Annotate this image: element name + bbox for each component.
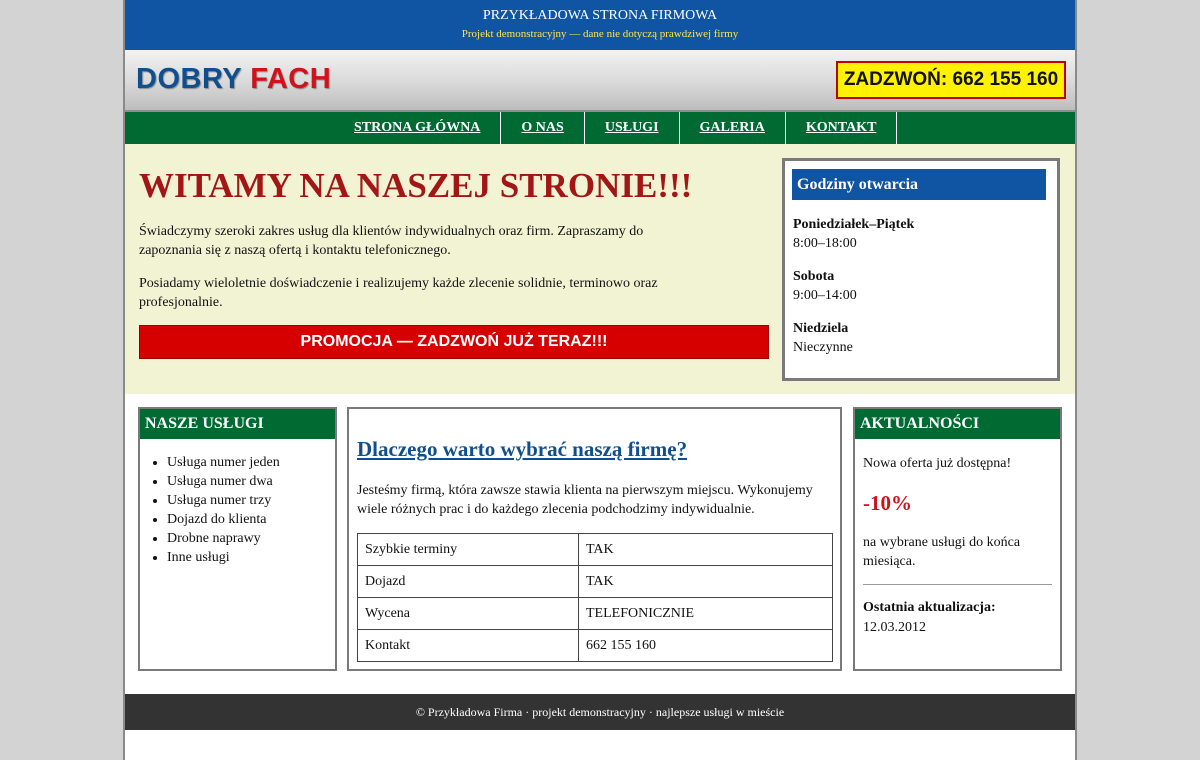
nav-link-about[interactable]: O NAS: [521, 120, 563, 136]
nav-link-contact[interactable]: KONTAKT: [806, 120, 877, 136]
why-us-description: Jesteśmy firmą, która zawsze stawia klie…: [357, 483, 813, 517]
site-banner-title: PRZYKŁADOWA STRONA FIRMOWA: [482, 8, 718, 23]
hours-day: Sobota: [793, 269, 835, 284]
table-cell-label: Wycena: [357, 597, 579, 630]
hero-paragraph-2: Posiadamy wieloletnie doświadczenie i re…: [139, 276, 658, 310]
discount-description: na wybrane usługi do końca miesiąca.: [863, 535, 1021, 569]
last-update-label: Ostatnia aktualizacja:: [863, 600, 996, 615]
main-navigation: STRONA GŁÓWNA O NAS USŁUGI GALERIA KONTA…: [125, 112, 1075, 144]
nav-link-home[interactable]: STRONA GŁÓWNA: [354, 120, 480, 136]
table-row: Szybkie terminy TAK: [357, 533, 833, 566]
opening-hours-title: Godziny otwarcia: [792, 169, 1046, 200]
features-table: Szybkie terminy TAK Dojazd TAK Wycena TE…: [357, 533, 833, 662]
services-list-item: Dojazd do klienta: [167, 510, 335, 529]
why-us-link[interactable]: Dlaczego warto wybrać naszą firmę?: [357, 437, 687, 462]
services-title: NASZE USŁUGI: [140, 409, 335, 439]
opening-hours-box: Godziny otwarcia Poniedziałek–Piątek 8:0…: [782, 158, 1060, 381]
table-row: Wycena TELEFONICZNIE: [357, 597, 833, 630]
nav-item-about: O NAS: [501, 112, 585, 144]
discount-value: -10%: [863, 491, 912, 515]
hours-time: Nieczynne: [793, 340, 853, 355]
services-list-item: Drobne naprawy: [167, 529, 335, 548]
nav-item-gallery: GALERIA: [680, 112, 786, 144]
services-list: Usługa numer jeden Usługa numer dwa Usłu…: [140, 453, 335, 567]
services-list-item: Inne usługi: [167, 548, 335, 567]
table-row: Kontakt 662 155 160: [357, 629, 833, 662]
table-cell-value: TELEFONICZNIE: [578, 597, 833, 630]
hours-day: Poniedziałek–Piątek: [793, 217, 915, 232]
top-banner: PRZYKŁADOWA STRONA FIRMOWA Projekt demon…: [125, 0, 1075, 50]
promo-banner[interactable]: PROMOCJA — ZADZWOŃ JUŻ TERAZ!!!: [139, 325, 769, 359]
site-footer: © Przykładowa Firma · projekt demonstrac…: [125, 694, 1075, 730]
last-update-date: 12.03.2012: [863, 620, 926, 635]
services-box: NASZE USŁUGI Usługa numer jeden Usługa n…: [138, 407, 337, 671]
hero-section: WITAMY NA NASZEJ STRONIE!!! Świadczymy s…: [125, 144, 1075, 394]
nav-link-gallery[interactable]: GALERIA: [700, 120, 765, 136]
site-logo[interactable]: DOBRY FACH: [136, 63, 331, 96]
hours-time: 9:00–14:00: [793, 288, 857, 303]
services-list-item: Usługa numer jeden: [167, 453, 335, 472]
table-cell-label: Kontakt: [357, 629, 579, 662]
news-title: AKTUALNOŚCI: [855, 409, 1060, 439]
news-headline: Nowa oferta już dostępna!: [863, 456, 1012, 471]
call-us-box: ZADZWOŃ: 662 155 160: [836, 61, 1066, 99]
table-cell-value: TAK: [578, 533, 833, 566]
services-list-item: Usługa numer trzy: [167, 491, 335, 510]
table-cell-value: TAK: [578, 565, 833, 598]
nav-link-services[interactable]: USŁUGI: [605, 120, 659, 136]
site-header: DOBRY FACH ZADZWOŃ: 662 155 160: [125, 50, 1075, 112]
hero-paragraph-1: Świadczymy szeroki zakres usług dla klie…: [139, 224, 644, 258]
footer-text: © Przykładowa Firma · projekt demonstrac…: [415, 704, 785, 719]
why-us-box: Dlaczego warto wybrać naszą firmę? Jeste…: [347, 407, 842, 671]
logo-word-dobry: DOBRY: [136, 63, 242, 95]
hero-title: WITAMY NA NASZEJ STRONIE!!!: [139, 166, 693, 205]
services-list-item: Usługa numer dwa: [167, 472, 335, 491]
news-box: AKTUALNOŚCI Nowa oferta już dostępna! -1…: [853, 407, 1062, 671]
nav-item-contact: KONTAKT: [786, 112, 898, 144]
nav-item-services: USŁUGI: [585, 112, 680, 144]
news-divider: [863, 584, 1052, 585]
table-cell-value: 662 155 160: [578, 629, 833, 662]
nav-item-home: STRONA GŁÓWNA: [334, 112, 502, 144]
hours-time: 8:00–18:00: [793, 236, 857, 251]
logo-word-fach: FACH: [250, 63, 332, 95]
hours-day: Niedziela: [793, 321, 849, 336]
table-cell-label: Szybkie terminy: [357, 533, 579, 566]
site-banner-subtitle: Projekt demonstracyjny — dane nie dotycz…: [461, 28, 739, 40]
table-row: Dojazd TAK: [357, 565, 833, 598]
table-cell-label: Dojazd: [357, 565, 579, 598]
page-container: PRZYKŁADOWA STRONA FIRMOWA Projekt demon…: [123, 0, 1077, 760]
